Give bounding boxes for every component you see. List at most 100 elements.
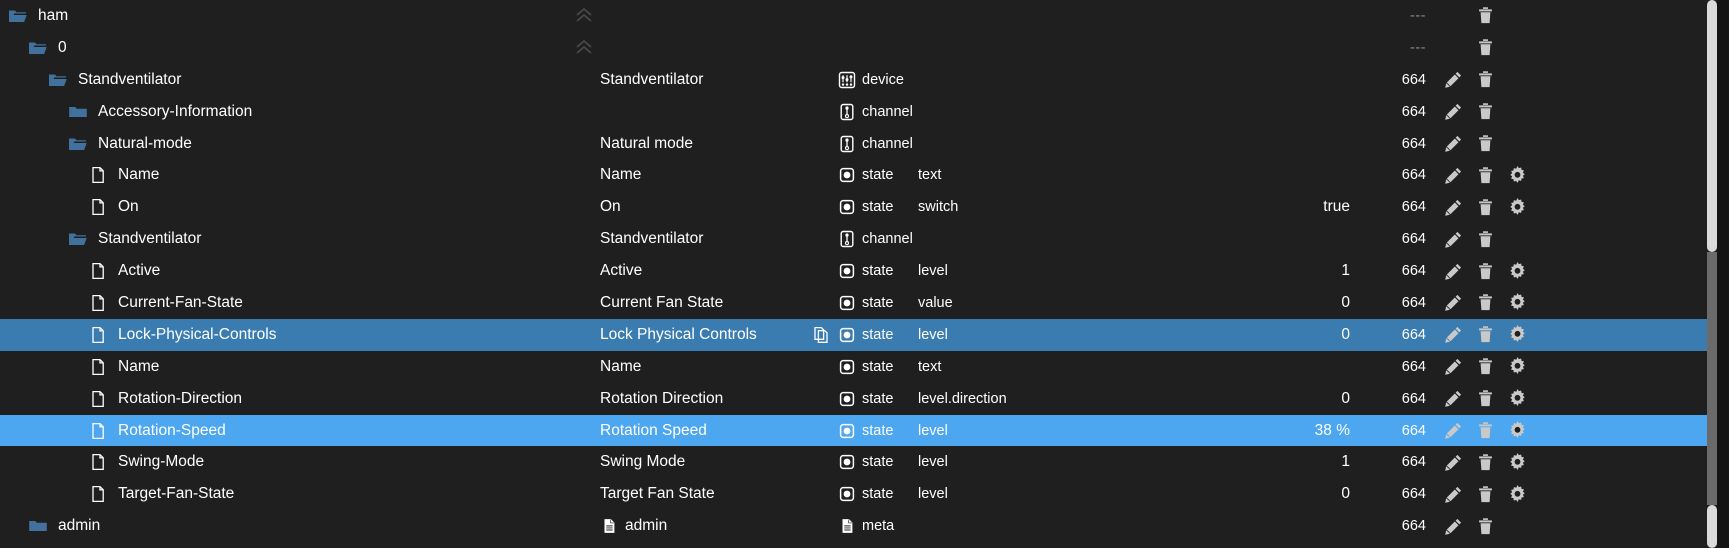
row-name-cell[interactable]: ham: [0, 0, 600, 32]
table-row[interactable]: Name Name state text 664: [0, 351, 1712, 383]
settings-icon[interactable]: [1508, 452, 1527, 472]
row-actions-cell[interactable]: [1426, 128, 1558, 160]
row-name-cell[interactable]: On: [0, 191, 600, 223]
row-value-cell[interactable]: [1088, 159, 1368, 191]
scrollbar-thumb[interactable]: [1707, 0, 1717, 252]
edit-icon[interactable]: [1444, 134, 1463, 153]
table-row[interactable]: Swing-Mode Swing Mode state level 1 664: [0, 446, 1712, 478]
table-row[interactable]: 0 ---: [0, 32, 1712, 64]
row-value-cell[interactable]: 0: [1088, 319, 1368, 351]
table-row[interactable]: Name Name state text 664: [0, 159, 1712, 191]
delete-icon[interactable]: [1476, 389, 1495, 408]
row-actions-cell[interactable]: [1426, 287, 1558, 319]
delete-icon[interactable]: [1476, 517, 1495, 536]
row-name-cell[interactable]: 0: [0, 32, 600, 64]
folder-closed-icon[interactable]: [28, 516, 48, 536]
edit-icon[interactable]: [1444, 453, 1463, 472]
row-actions-cell[interactable]: [1426, 351, 1558, 383]
row-name-cell[interactable]: Name: [0, 159, 600, 191]
delete-icon[interactable]: [1476, 485, 1495, 504]
row-name-cell[interactable]: Lock-Physical-Controls: [0, 319, 600, 351]
row-name-cell[interactable]: Swing-Mode: [0, 446, 600, 478]
edit-icon[interactable]: [1444, 293, 1463, 312]
file-icon[interactable]: [88, 484, 108, 504]
row-value-cell[interactable]: [1088, 351, 1368, 383]
edit-icon[interactable]: [1444, 357, 1463, 376]
delete-icon[interactable]: [1476, 453, 1495, 472]
row-value-cell[interactable]: [1088, 510, 1368, 542]
row-actions-cell[interactable]: [1426, 64, 1558, 96]
double-chevron-up-icon[interactable]: [572, 36, 596, 60]
edit-icon[interactable]: [1444, 389, 1463, 408]
delete-icon[interactable]: [1476, 102, 1495, 121]
delete-icon[interactable]: [1476, 38, 1495, 57]
row-name-cell[interactable]: Active: [0, 255, 600, 287]
table-row[interactable]: Standventilator Standventilator channel 664: [0, 223, 1712, 255]
delete-icon[interactable]: [1476, 134, 1495, 153]
row-actions-cell[interactable]: [1426, 159, 1558, 191]
table-row[interactable]: Lock-Physical-Controls Lock Physical Cont…: [0, 318, 1712, 351]
table-row[interactable]: Rotation-Direction Rotation Direction stat…: [0, 383, 1712, 415]
row-actions-cell[interactable]: [1426, 446, 1558, 478]
settings-icon[interactable]: [1508, 197, 1527, 217]
row-value-cell[interactable]: [1088, 64, 1368, 96]
delete-icon[interactable]: [1476, 70, 1495, 89]
table-row[interactable]: Current-Fan-State Current Fan State state v…: [0, 287, 1712, 319]
row-actions-cell[interactable]: [1426, 0, 1558, 32]
settings-icon[interactable]: [1508, 421, 1527, 440]
settings-icon[interactable]: [1508, 389, 1527, 408]
table-row[interactable]: admin admin meta 664: [0, 510, 1712, 542]
delete-icon[interactable]: [1476, 421, 1495, 440]
row-value-cell[interactable]: [1088, 0, 1368, 32]
row-value-cell[interactable]: 1: [1088, 255, 1368, 287]
file-icon[interactable]: [88, 421, 108, 441]
double-chevron-up-icon[interactable]: [572, 4, 596, 28]
delete-icon[interactable]: [1476, 262, 1495, 281]
row-name-cell[interactable]: Current-Fan-State: [0, 287, 600, 319]
delete-icon[interactable]: [1476, 325, 1495, 344]
table-row[interactable]: Accessory-Information channel 664: [0, 96, 1712, 128]
row-actions-cell[interactable]: [1426, 223, 1558, 255]
table-row[interactable]: Active Active state level 1 664: [0, 255, 1712, 287]
delete-icon[interactable]: [1476, 198, 1495, 217]
row-value-cell[interactable]: [1088, 96, 1368, 128]
row-name-cell[interactable]: Natural-mode: [0, 128, 600, 160]
row-value-cell[interactable]: [1088, 128, 1368, 160]
edit-icon[interactable]: [1444, 70, 1463, 89]
scrollbar-thumb-lower[interactable]: [1707, 505, 1717, 548]
row-actions-cell[interactable]: [1426, 255, 1558, 287]
row-value-cell[interactable]: 1: [1088, 446, 1368, 478]
edit-icon[interactable]: [1444, 262, 1463, 281]
object-tree-rows[interactable]: ham --- 0 --- Standventilator Standventilator…: [0, 0, 1712, 548]
file-icon[interactable]: [88, 261, 108, 281]
row-name-cell[interactable]: Accessory-Information: [0, 96, 600, 128]
copy-icon[interactable]: [812, 325, 831, 344]
settings-icon[interactable]: [1508, 293, 1527, 312]
folder-open-icon[interactable]: [48, 70, 68, 90]
edit-icon[interactable]: [1444, 230, 1463, 249]
folder-open-icon[interactable]: [28, 38, 48, 58]
row-name-cell[interactable]: admin: [0, 510, 600, 542]
table-row[interactable]: Natural-mode Natural mode channel 664: [0, 128, 1712, 160]
row-name-cell[interactable]: Name: [0, 351, 600, 383]
row-actions-cell[interactable]: [1426, 415, 1558, 447]
row-actions-cell[interactable]: [1426, 191, 1558, 223]
settings-icon[interactable]: [1508, 357, 1527, 376]
file-icon[interactable]: [88, 389, 108, 409]
edit-icon[interactable]: [1444, 325, 1463, 344]
file-icon[interactable]: [88, 197, 108, 217]
table-row[interactable]: Standventilator Standventilator device 664: [0, 64, 1712, 96]
row-actions-cell[interactable]: [1426, 32, 1558, 64]
row-name-cell[interactable]: Standventilator: [0, 223, 600, 255]
row-value-cell[interactable]: [1088, 32, 1368, 64]
edit-icon[interactable]: [1444, 421, 1463, 440]
scrollbar-track[interactable]: [1707, 252, 1717, 505]
settings-icon[interactable]: [1508, 484, 1527, 504]
delete-icon[interactable]: [1476, 230, 1495, 249]
delete-icon[interactable]: [1476, 293, 1495, 312]
row-actions-cell[interactable]: [1426, 96, 1558, 128]
file-icon[interactable]: [88, 452, 108, 472]
vertical-scrollbar[interactable]: [1707, 0, 1717, 548]
table-row[interactable]: On On state switch true 664: [0, 191, 1712, 223]
row-name-cell[interactable]: Target-Fan-State: [0, 478, 600, 510]
